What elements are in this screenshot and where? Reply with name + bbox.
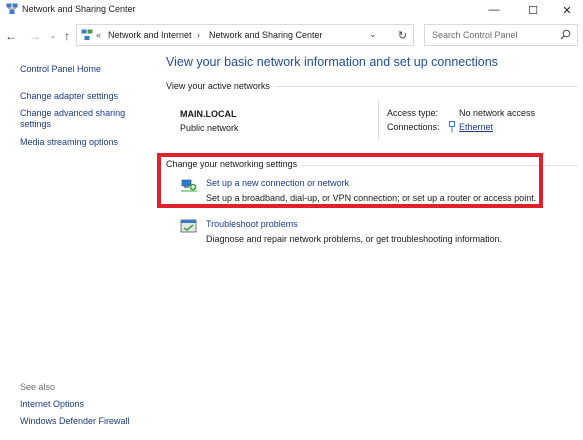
troubleshoot-problems-description: Diagnose and repair network problems, or…: [206, 234, 503, 244]
network-sharing-center-window: Network and Sharing Center — ☐ ✕ ← → ⌄ ↑…: [0, 0, 583, 440]
network-category: Public network: [180, 123, 239, 133]
search-icon[interactable]: [560, 29, 571, 40]
address-dropdown-icon[interactable]: ⌄: [369, 29, 377, 40]
network-center-app-icon: [6, 3, 18, 14]
refresh-button[interactable]: ↻: [392, 24, 414, 46]
highlight-box: [157, 153, 543, 208]
recent-locations-chevron-icon[interactable]: ⌄: [46, 28, 60, 44]
control-panel-icon: [81, 29, 93, 40]
network-properties-divider: [378, 100, 379, 140]
ethernet-connection-link[interactable]: Ethernet: [459, 122, 493, 132]
connections-label: Connections:: [387, 122, 440, 132]
see-also-label: See also: [20, 382, 56, 392]
search-placeholder: Search Control Panel: [432, 30, 518, 40]
back-button[interactable]: ←: [4, 28, 18, 44]
active-networks-label: View your active networks: [166, 81, 274, 91]
breadcrumb-network-sharing-center[interactable]: Network and Sharing Center: [209, 30, 323, 40]
see-also-internet-options[interactable]: Internet Options: [20, 399, 84, 409]
navigation-bar: ← → ⌄ ↑ « Network and Internet › Network…: [0, 22, 583, 50]
maximize-button[interactable]: ☐: [515, 0, 551, 20]
up-button[interactable]: ↑: [60, 28, 74, 44]
breadcrumb-network-internet[interactable]: Network and Internet: [108, 30, 192, 40]
search-box[interactable]: Search Control Panel: [424, 24, 578, 46]
network-name: MAIN.LOCAL: [180, 109, 237, 119]
close-button[interactable]: ✕: [549, 0, 583, 20]
see-also-windows-firewall[interactable]: Windows Defender Firewall: [20, 416, 130, 426]
sidebar-link-control-panel-home[interactable]: Control Panel Home: [20, 64, 140, 75]
breadcrumb-separator-icon[interactable]: ›: [197, 30, 200, 40]
sidebar-link-change-advanced-sharing[interactable]: Change advanced sharing settings: [20, 108, 130, 130]
minimize-button[interactable]: —: [476, 0, 512, 20]
troubleshoot-icon: [180, 219, 197, 233]
troubleshoot-problems-link[interactable]: Troubleshoot problems: [206, 219, 298, 229]
sidebar-link-change-adapter-settings[interactable]: Change adapter settings: [20, 91, 140, 102]
page-title: View your basic network information and …: [166, 55, 498, 69]
window-title: Network and Sharing Center: [22, 4, 136, 14]
access-type-value: No network access: [459, 108, 536, 118]
breadcrumb-overflow-icon[interactable]: «: [96, 30, 101, 40]
ethernet-icon: [449, 121, 455, 133]
sidebar-link-media-streaming[interactable]: Media streaming options: [20, 137, 140, 148]
title-bar: Network and Sharing Center — ☐ ✕: [0, 0, 583, 20]
access-type-label: Access type:: [387, 108, 439, 118]
forward-button[interactable]: →: [28, 28, 42, 44]
address-bar[interactable]: « Network and Internet › Network and Sha…: [76, 24, 414, 46]
